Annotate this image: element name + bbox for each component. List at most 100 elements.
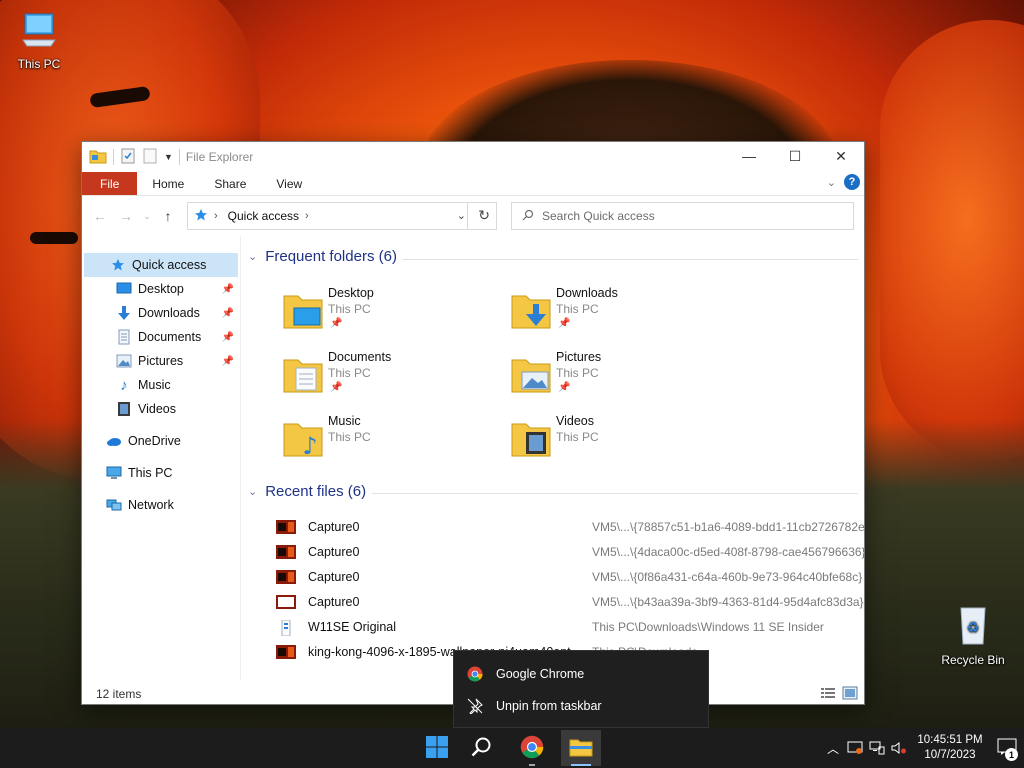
search-input[interactable]: Search Quick access bbox=[511, 202, 854, 230]
maximize-button[interactable]: ☐ bbox=[772, 142, 818, 170]
search-placeholder: Search Quick access bbox=[542, 209, 655, 223]
window-controls: — ☐ ✕ bbox=[726, 142, 864, 170]
folder-tile-documents[interactable]: Documents This PC 📌 bbox=[282, 350, 492, 410]
tab-share[interactable]: Share bbox=[199, 172, 261, 195]
breadcrumb-quick-access[interactable]: Quick access bbox=[228, 209, 299, 223]
file-path: VM5\...\{0f86a431-c64a-460b-9e73-964c40b… bbox=[592, 569, 863, 584]
film-icon bbox=[116, 401, 132, 417]
notification-center-button[interactable]: 1 bbox=[990, 728, 1024, 768]
tab-home[interactable]: Home bbox=[137, 172, 199, 195]
item-count: 12 items bbox=[96, 687, 142, 701]
large-icons-view-icon[interactable] bbox=[842, 686, 858, 703]
customize-toolbar-chevron-icon[interactable]: ▼ bbox=[164, 152, 173, 162]
navigation-bar: ← → ⌄ ↑ › Quick access › ⌄ ↻ Search Quic… bbox=[82, 196, 864, 236]
wallpaper-letter-right bbox=[880, 20, 1024, 460]
folder-tile-downloads[interactable]: Downloads This PC 📌 bbox=[510, 286, 720, 346]
taskbar-search-button[interactable] bbox=[461, 730, 501, 766]
svg-text:♪: ♪ bbox=[302, 432, 317, 460]
folder-tile-videos[interactable]: Videos This PC bbox=[510, 414, 720, 474]
address-divider bbox=[467, 203, 468, 229]
sidebar-item-network[interactable]: Network bbox=[84, 493, 238, 517]
volume-muted-icon[interactable] bbox=[888, 728, 910, 768]
quick-access-toolbar: ▼ bbox=[82, 148, 180, 167]
folder-icon bbox=[89, 148, 107, 167]
network-icon[interactable] bbox=[866, 728, 888, 768]
recent-file-row[interactable]: Capture0 VM5\...\{4daca00c-d5ed-408f-879… bbox=[276, 539, 865, 564]
security-alert-icon[interactable] bbox=[844, 728, 866, 768]
folder-location: This PC bbox=[556, 366, 599, 380]
pin-icon[interactable]: 📌 bbox=[222, 284, 234, 295]
desktop-icon-recycle-bin[interactable]: ♻ Recycle Bin bbox=[938, 602, 1008, 667]
monitor-icon bbox=[4, 10, 74, 53]
show-hidden-icons-chevron-icon[interactable]: ︿ bbox=[822, 728, 844, 768]
menu-item-unpin-from-taskbar[interactable]: Unpin from taskbar bbox=[454, 690, 710, 722]
close-icon: ✕ bbox=[835, 147, 847, 164]
menu-item-google-chrome[interactable]: Google Chrome bbox=[454, 658, 710, 690]
expand-ribbon-chevron-icon[interactable]: ⌄ bbox=[827, 176, 836, 189]
sidebar-item-this-pc[interactable]: This PC bbox=[84, 461, 238, 485]
menu-item-label: Unpin from taskbar bbox=[496, 699, 602, 713]
help-icon[interactable]: ? bbox=[844, 174, 860, 190]
pane-divider[interactable] bbox=[240, 236, 241, 680]
forward-arrow-icon[interactable]: → bbox=[116, 208, 136, 224]
desktop-icon-this-pc[interactable]: This PC bbox=[4, 10, 74, 71]
sidebar-item-desktop[interactable]: Desktop 📌 bbox=[84, 277, 238, 301]
folder-tile-desktop[interactable]: Desktop This PC 📌 bbox=[282, 286, 492, 346]
monitor-icon bbox=[106, 465, 122, 481]
taskbar-chrome-button[interactable] bbox=[512, 730, 552, 766]
address-bar[interactable]: › Quick access › ⌄ ↻ bbox=[187, 202, 497, 230]
taskbar-file-explorer-button[interactable] bbox=[561, 730, 601, 766]
back-arrow-icon[interactable]: ← bbox=[90, 208, 110, 224]
pin-icon[interactable]: 📌 bbox=[222, 332, 234, 343]
folder-location: This PC bbox=[328, 366, 371, 380]
pictures-folder-icon bbox=[510, 352, 554, 396]
tab-file[interactable]: File bbox=[82, 172, 138, 195]
address-history-chevron-icon[interactable]: ⌄ bbox=[457, 209, 466, 222]
folder-name: Downloads bbox=[556, 286, 618, 300]
sidebar-item-videos[interactable]: Videos bbox=[84, 397, 238, 421]
file-path: This PC\Downloads\Windows 11 SE Insider bbox=[592, 619, 824, 634]
text-file-icon bbox=[276, 619, 296, 636]
sidebar-item-quick-access[interactable]: Quick access bbox=[84, 253, 238, 277]
sidebar-item-onedrive[interactable]: OneDrive bbox=[84, 429, 238, 453]
recent-file-row[interactable]: Capture0 VM5\...\{78857c51-b1a6-4089-bdd… bbox=[276, 514, 864, 539]
tab-view[interactable]: View bbox=[261, 172, 317, 195]
documents-folder-icon bbox=[282, 352, 326, 396]
sidebar-item-label: Quick access bbox=[132, 258, 207, 272]
pin-icon[interactable]: 📌 bbox=[222, 356, 234, 367]
title-bar[interactable]: ▼ File Explorer — ☐ ✕ bbox=[82, 142, 864, 172]
running-indicator bbox=[529, 764, 535, 766]
sidebar-item-downloads[interactable]: Downloads 📌 bbox=[84, 301, 238, 325]
pin-icon: 📌 bbox=[558, 318, 571, 329]
recycle-bin-icon: ♻ bbox=[938, 602, 1008, 649]
desktop-icon-label: This PC bbox=[17, 57, 61, 71]
file-path: VM5\...\{4daca00c-d5ed-408f-8798-cae4567… bbox=[592, 544, 865, 559]
pin-icon[interactable]: 📌 bbox=[222, 308, 234, 319]
videos-folder-icon bbox=[510, 416, 554, 460]
wallpaper-helicopter bbox=[30, 232, 78, 244]
details-view-icon[interactable] bbox=[820, 686, 836, 703]
recent-files-header[interactable]: ⌄ Recent files (6) bbox=[248, 483, 366, 500]
sidebar-item-music[interactable]: ♪ Music bbox=[84, 373, 238, 397]
minimize-button[interactable]: — bbox=[726, 142, 772, 170]
folder-tile-music[interactable]: ♪ Music This PC bbox=[282, 414, 492, 474]
close-button[interactable]: ✕ bbox=[818, 142, 864, 170]
downloads-folder-icon bbox=[510, 288, 554, 332]
sidebar-item-documents[interactable]: Documents 📌 bbox=[84, 325, 238, 349]
active-indicator bbox=[571, 764, 591, 766]
new-folder-icon[interactable] bbox=[142, 148, 158, 167]
up-arrow-icon[interactable]: ↑ bbox=[158, 208, 178, 224]
refresh-icon[interactable]: ↻ bbox=[478, 207, 490, 224]
breadcrumb-separator-icon[interactable]: › bbox=[305, 210, 309, 222]
taskbar-clock[interactable]: 10:45:51 PM 10/7/2023 bbox=[910, 733, 990, 763]
recent-file-row[interactable]: Capture0 VM5\...\{0f86a431-c64a-460b-9e7… bbox=[276, 564, 864, 589]
start-button[interactable] bbox=[417, 730, 457, 766]
sidebar-item-label: Documents bbox=[138, 330, 202, 344]
recent-file-row[interactable]: W11SE Original This PC\Downloads\Windows… bbox=[276, 614, 864, 639]
recent-file-row[interactable]: Capture0 VM5\...\{b43aa39a-3bf9-4363-81d… bbox=[276, 589, 864, 614]
sidebar-item-pictures[interactable]: Pictures 📌 bbox=[84, 349, 238, 373]
folder-tile-pictures[interactable]: Pictures This PC 📌 bbox=[510, 350, 720, 410]
frequent-folders-header[interactable]: ⌄ Frequent folders (6) bbox=[248, 248, 397, 265]
properties-icon[interactable] bbox=[120, 148, 136, 167]
recent-locations-chevron-icon[interactable]: ⌄ bbox=[142, 211, 152, 222]
